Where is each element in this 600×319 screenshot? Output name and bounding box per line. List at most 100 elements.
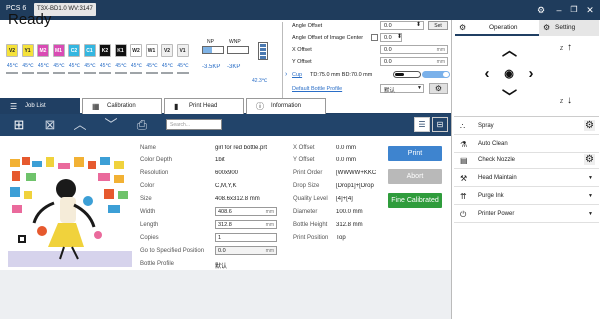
printer-power-label: Printer Power bbox=[478, 211, 515, 217]
check-nozzle-icon: ▤ bbox=[460, 156, 468, 165]
toggle-right[interactable] bbox=[422, 71, 450, 78]
restore-icon[interactable]: ❐ bbox=[567, 2, 581, 18]
ink-label: C2 bbox=[68, 44, 80, 57]
resolution-key: Resolution bbox=[140, 170, 169, 176]
delete-file-icon[interactable]: ⊠ bbox=[42, 117, 58, 133]
printer-icon[interactable]: ⎙ bbox=[134, 117, 150, 133]
spinner-icon[interactable]: ⬍ bbox=[416, 21, 421, 28]
thumbnail-artwork bbox=[8, 143, 132, 267]
purge-ink-icon: ⇈ bbox=[460, 192, 467, 201]
xoff-key: X Offset bbox=[293, 145, 315, 151]
center-spinner-icon[interactable]: ⬍ bbox=[397, 33, 402, 40]
ink-level-bar bbox=[68, 72, 80, 74]
cup-link[interactable]: Cup bbox=[292, 72, 302, 78]
power-icon: ⏻ bbox=[460, 210, 467, 219]
length-field[interactable]: 312.8 mm bbox=[215, 220, 277, 229]
z-down-icon[interactable]: ↓ bbox=[567, 95, 572, 106]
temperature-value: 42.3℃ bbox=[252, 78, 268, 84]
printer-status: Ready bbox=[8, 11, 52, 28]
search-input[interactable]: Search... bbox=[166, 119, 222, 130]
fine-calibrated-button[interactable]: Fine Calibrated bbox=[388, 193, 442, 208]
add-file-icon[interactable]: ⊞ bbox=[11, 117, 27, 133]
yoff-value: 0.0 mm bbox=[336, 157, 357, 163]
tab-information[interactable]: ⓘ Information bbox=[246, 98, 326, 114]
tab-job-list-label: Job List bbox=[25, 103, 46, 109]
print-button[interactable]: Print bbox=[388, 146, 442, 161]
ink-temperature: 45℃ bbox=[37, 63, 50, 69]
ink-label: W2 bbox=[130, 44, 142, 57]
head-maintain-label: Head Maintain bbox=[478, 175, 517, 181]
arrow-left-icon[interactable]: ‹ bbox=[480, 66, 494, 81]
ink-level-bar bbox=[114, 72, 127, 74]
diameter-key: Diameter bbox=[293, 209, 318, 215]
tab-print-head-label: Print Head bbox=[189, 103, 218, 109]
head-maintain-row[interactable]: ⚒ Head Maintain ▼ bbox=[454, 169, 599, 187]
tab-calibration-label: Calibration bbox=[107, 103, 136, 109]
ink-label: W1 bbox=[145, 44, 158, 57]
np-value: -3.5KP bbox=[202, 64, 221, 70]
chevron-right-icon[interactable]: › bbox=[285, 71, 287, 78]
ink-label: V2 bbox=[161, 44, 173, 57]
move-down-icon[interactable]: ﹀ bbox=[103, 117, 119, 133]
yoff-key: Y Offset bbox=[293, 157, 315, 163]
y-offset-field[interactable]: 0.0 mm bbox=[380, 57, 448, 66]
ink-label: Y1 bbox=[21, 44, 34, 57]
height-key: Bottle Height bbox=[293, 222, 328, 228]
settings-gear-icon[interactable]: ⚙ bbox=[534, 2, 548, 18]
setting-gear-icon: ⚙ bbox=[543, 23, 551, 32]
ink-label: K1 bbox=[114, 44, 127, 57]
tab-print-head[interactable]: ▮ Print Head bbox=[164, 98, 244, 114]
tab-setting[interactable]: ⚙ Setting bbox=[539, 20, 599, 36]
drop-key: Drop Size bbox=[293, 183, 320, 189]
detail-view-icon[interactable]: ⊟ bbox=[432, 117, 448, 132]
auto-clean-label: Auto Clean bbox=[478, 141, 508, 147]
tab-operation[interactable]: ⚙ Operation bbox=[455, 20, 539, 36]
tab-job-list[interactable]: ☰ Job List bbox=[0, 98, 80, 114]
tab-operation-label: Operation bbox=[489, 24, 518, 31]
ink-slot: V2 45℃ bbox=[161, 44, 174, 74]
order-key: Print Order bbox=[293, 170, 323, 176]
width-field[interactable]: 408.6 mm bbox=[215, 207, 277, 216]
z-up-icon[interactable]: ↑ bbox=[567, 42, 572, 53]
y-offset-value: 0.0 bbox=[384, 59, 392, 65]
ink-slot: M1 45℃ bbox=[52, 44, 66, 74]
abort-button[interactable]: Abort bbox=[388, 169, 442, 184]
chevron-down-icon[interactable]: ▼ bbox=[417, 85, 422, 91]
purge-ink-row[interactable]: ⇈ Purge Ink ▼ bbox=[454, 187, 599, 205]
spray-gear-icon[interactable]: ⚙ bbox=[584, 120, 595, 131]
home-icon[interactable]: ◉ bbox=[502, 67, 516, 81]
x-offset-field[interactable]: 0.0 mm bbox=[380, 45, 448, 54]
wnp-label: WNP bbox=[229, 39, 241, 45]
minimize-icon[interactable]: – bbox=[552, 2, 566, 18]
printer-power-row[interactable]: ⏻ Printer Power ▼ bbox=[454, 205, 599, 223]
ink-label: M1 bbox=[52, 44, 65, 57]
move-up-icon[interactable]: ︿ bbox=[72, 117, 88, 133]
z-down-label: Z bbox=[560, 99, 564, 105]
ink-level-bar bbox=[161, 72, 173, 74]
list-icon: ☰ bbox=[10, 102, 18, 111]
arrow-down-icon[interactable]: ﹀ bbox=[502, 90, 517, 105]
default-profile-link[interactable]: Default Bottle Profile bbox=[292, 86, 342, 92]
ink-temperature: 45℃ bbox=[6, 63, 19, 69]
close-icon[interactable]: ✕ bbox=[583, 2, 597, 18]
check-nozzle-gear-icon[interactable]: ⚙ bbox=[584, 154, 595, 165]
goto-field[interactable]: 0.0 mm bbox=[215, 246, 277, 255]
set-button[interactable]: Set bbox=[428, 21, 448, 30]
tab-calibration[interactable]: ▦ Calibration bbox=[82, 98, 162, 114]
info-icon: ⓘ bbox=[256, 102, 264, 111]
arrow-right-icon[interactable]: › bbox=[524, 66, 538, 81]
z-up-label: Z bbox=[560, 46, 564, 52]
profile-gear-icon[interactable]: ⚙ bbox=[429, 83, 448, 94]
np-fill bbox=[203, 47, 212, 53]
job-thumbnail[interactable] bbox=[8, 143, 132, 267]
angle-center-label: Angle Offset of Image Center bbox=[292, 35, 364, 41]
spray-row[interactable]: ∴ Spray ⚙ bbox=[454, 117, 599, 135]
center-checkbox[interactable] bbox=[371, 34, 378, 41]
toggle-left[interactable] bbox=[393, 71, 421, 78]
arrow-up-icon[interactable]: ︿ bbox=[502, 43, 517, 58]
check-nozzle-row[interactable]: ▤ Check Nozzle ⚙ bbox=[454, 151, 599, 169]
list-view-icon[interactable]: ☰ bbox=[414, 117, 430, 132]
position-key: Print Position bbox=[293, 235, 329, 241]
copies-field[interactable]: 1 bbox=[215, 233, 277, 242]
y-offset-label: Y Offset bbox=[292, 59, 312, 65]
